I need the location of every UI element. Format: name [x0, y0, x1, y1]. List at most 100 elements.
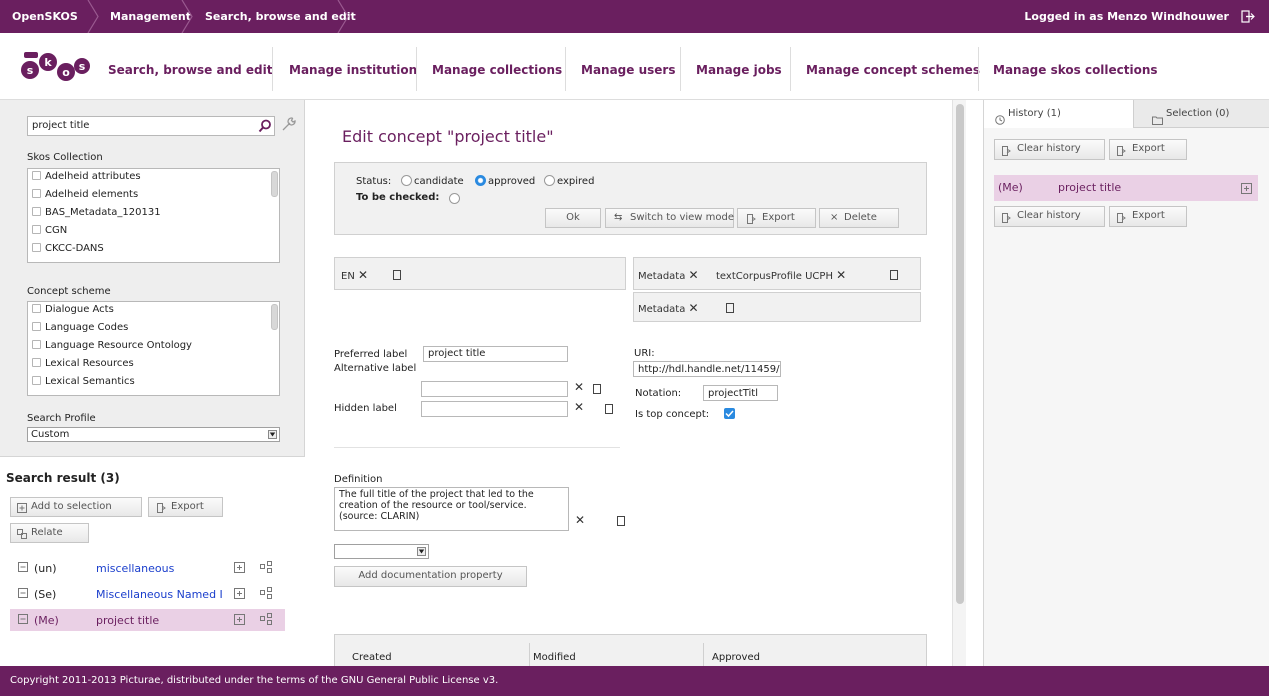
history-item-label[interactable]: project title	[1058, 181, 1121, 194]
status-expired[interactable]: expired	[544, 175, 594, 187]
checkbox[interactable]	[32, 322, 41, 331]
definition-textarea[interactable]: The full title of the project that led t…	[334, 487, 569, 531]
remove-icon[interactable]: ✕	[836, 268, 846, 282]
add-to-selection-button[interactable]: Add to selection	[10, 497, 142, 517]
expand-icon[interactable]	[18, 562, 28, 575]
add-definition-icon[interactable]	[617, 516, 625, 526]
list-item[interactable]: Adelheid attributes	[32, 171, 141, 182]
checkbox[interactable]	[32, 358, 41, 367]
add-to-selection-icon[interactable]	[234, 562, 245, 576]
list-item[interactable]: Dialogue Acts	[32, 304, 114, 315]
clear-history-button[interactable]: Clear history	[994, 139, 1105, 160]
remove-icon[interactable]: ✕	[575, 513, 585, 527]
breadcrumb-openskos[interactable]: OpenSKOS	[12, 0, 78, 33]
radio-approved[interactable]	[475, 175, 486, 186]
switch-view-button[interactable]: ⇆ Switch to view mode	[605, 208, 734, 228]
remove-icon[interactable]: ✕	[574, 400, 584, 414]
editor-scrollbar[interactable]	[952, 100, 966, 666]
scheme-tag[interactable]: textCorpusProfile UCPH ✕	[716, 268, 846, 282]
checkbox[interactable]	[32, 243, 41, 252]
relation-icon[interactable]	[260, 587, 272, 602]
add-to-selection-icon[interactable]	[1241, 183, 1252, 197]
list-item[interactable]: BAS_Metadata_120131	[32, 207, 161, 218]
list-item[interactable]: Lexical Semantics	[32, 376, 135, 387]
documentation-type-select[interactable]	[334, 544, 429, 559]
list-item[interactable]: CGN	[32, 225, 67, 236]
status-approved[interactable]: approved	[475, 175, 535, 187]
remove-icon[interactable]: ✕	[689, 301, 699, 315]
result-label[interactable]: Miscellaneous Named I	[96, 588, 223, 601]
editor-export-button[interactable]: Export	[737, 208, 816, 228]
preferred-label-input[interactable]: project title	[423, 346, 568, 362]
search-icon[interactable]	[258, 119, 272, 133]
radio-expired[interactable]	[544, 175, 555, 186]
search-result-row-selected[interactable]: (Me) project title	[10, 609, 285, 631]
add-hidden-label-icon[interactable]	[604, 404, 613, 414]
list-item[interactable]: CKCC-DANS	[32, 243, 104, 254]
search-profile-select[interactable]: Custom	[27, 427, 280, 442]
relation-icon[interactable]	[260, 561, 272, 576]
concept-scheme-list[interactable]: Dialogue Acts Language Codes Language Re…	[27, 301, 280, 396]
search-result-row[interactable]: (un) miscellaneous	[10, 557, 285, 579]
list-scrollbar[interactable]	[271, 171, 278, 197]
add-documentation-property-button[interactable]: Add documentation property	[334, 566, 527, 587]
checkbox[interactable]	[32, 304, 41, 313]
checkbox[interactable]	[32, 171, 41, 180]
tab-history[interactable]: History (1)	[984, 100, 1134, 128]
list-item[interactable]: Language Codes	[32, 322, 128, 333]
list-scrollbar[interactable]	[271, 304, 278, 330]
breadcrumb-search-browse-edit[interactable]: Search, browse and edit	[205, 0, 356, 33]
relation-icon[interactable]	[260, 613, 272, 628]
scrollbar-thumb[interactable]	[956, 104, 964, 604]
add-scheme-icon[interactable]	[726, 303, 734, 313]
scheme-tag[interactable]: Metadata ✕	[638, 268, 699, 282]
history-export-button[interactable]: Export	[1109, 139, 1187, 160]
nav-manage-collections[interactable]: Manage collections	[432, 63, 562, 77]
checkbox[interactable]	[32, 207, 41, 216]
add-to-selection-icon[interactable]	[234, 588, 245, 602]
to-be-checked-toggle[interactable]	[449, 193, 460, 204]
checkbox[interactable]	[32, 340, 41, 349]
list-item[interactable]: Adelheid elements	[32, 189, 138, 200]
scheme-tag[interactable]: Metadata ✕	[638, 301, 699, 315]
alternative-label-input[interactable]	[421, 381, 568, 397]
openskos-logo[interactable]: s k o s	[20, 50, 92, 86]
status-candidate[interactable]: candidate	[401, 175, 464, 187]
nav-manage-skos-collections[interactable]: Manage skos collections	[993, 63, 1158, 77]
relate-button[interactable]: Relate	[10, 523, 89, 543]
add-alt-label-icon[interactable]	[593, 384, 601, 394]
wrench-icon[interactable]	[281, 116, 297, 132]
clear-history-button-bottom[interactable]: Clear history	[994, 206, 1105, 227]
language-tag[interactable]: EN ✕	[341, 268, 368, 282]
nav-manage-jobs[interactable]: Manage jobs	[696, 63, 782, 77]
checkbox[interactable]	[32, 225, 41, 234]
breadcrumb-management[interactable]: Management	[110, 0, 191, 33]
list-item[interactable]: Language Resource Ontology	[32, 340, 192, 351]
hidden-label-input[interactable]	[421, 401, 568, 417]
history-item[interactable]: (Me) project title	[994, 175, 1258, 201]
add-language-icon[interactable]	[393, 270, 401, 280]
radio-candidate[interactable]	[401, 175, 412, 186]
history-export-button-bottom[interactable]: Export	[1109, 206, 1187, 227]
checkbox[interactable]	[32, 376, 41, 385]
add-to-selection-icon[interactable]	[234, 614, 245, 628]
expand-icon[interactable]	[18, 588, 28, 601]
nav-manage-institution[interactable]: Manage institution	[289, 63, 417, 77]
nav-manage-concept-schemes[interactable]: Manage concept schemes	[806, 63, 980, 77]
remove-icon[interactable]: ✕	[689, 268, 699, 282]
delete-button[interactable]: × Delete	[819, 208, 899, 228]
logout-icon[interactable]	[1241, 10, 1255, 23]
checkbox[interactable]	[32, 189, 41, 198]
nav-manage-users[interactable]: Manage users	[581, 63, 675, 77]
search-input[interactable]: project title	[27, 116, 275, 136]
remove-icon[interactable]: ✕	[358, 268, 368, 282]
nav-search-browse-edit[interactable]: Search, browse and edit	[108, 63, 272, 77]
ok-button[interactable]: Ok	[545, 208, 601, 228]
uri-input[interactable]: http://hdl.handle.net/11459/CCR_C-	[633, 361, 781, 377]
list-item[interactable]: Lexical Resources	[32, 358, 134, 369]
skos-collection-list[interactable]: Adelheid attributes Adelheid elements BA…	[27, 168, 280, 263]
notation-input[interactable]: projectTitl	[703, 385, 778, 401]
expand-icon[interactable]	[18, 614, 28, 627]
tab-selection[interactable]: Selection (0)	[1134, 100, 1269, 128]
search-result-row[interactable]: (Se) Miscellaneous Named I	[10, 583, 285, 605]
